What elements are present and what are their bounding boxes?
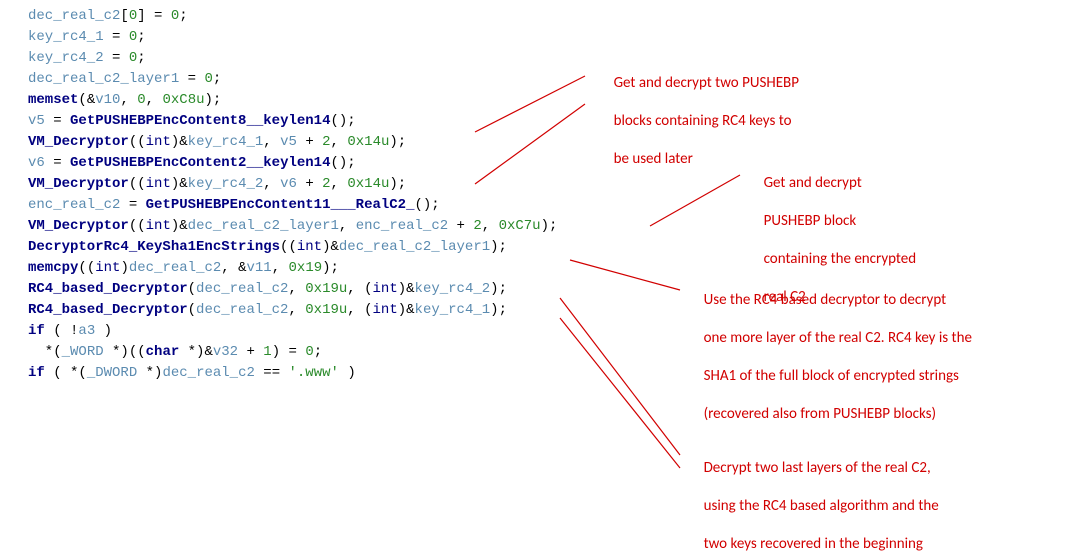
- annotation-arrows: [0, 0, 1080, 560]
